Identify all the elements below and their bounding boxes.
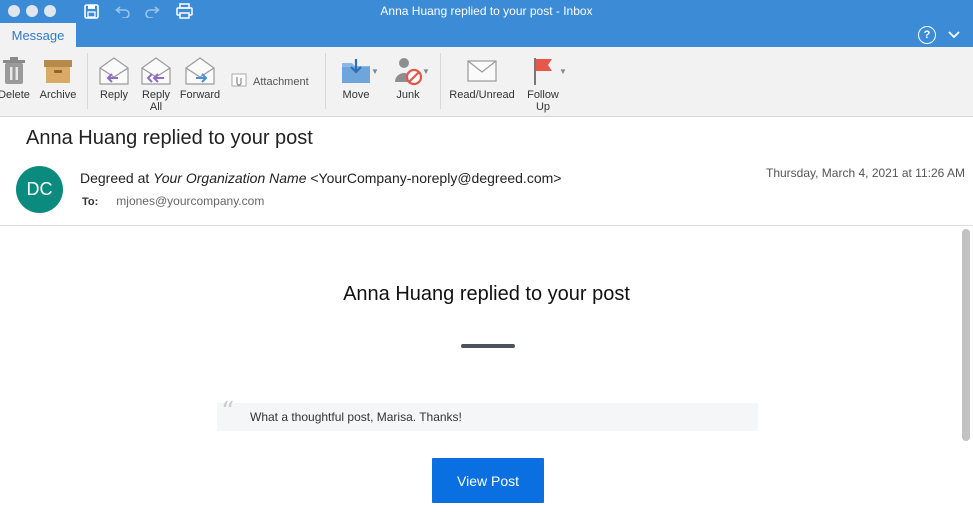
reply-all-label-line1: Reply: [141, 89, 171, 101]
junk-icon: [392, 55, 424, 87]
ribbon-toolbar: Delete Archive Reply Reply All Forward A…: [0, 47, 973, 117]
junk-label: Junk: [396, 89, 420, 101]
delete-button[interactable]: Delete: [0, 55, 34, 101]
paperclip-icon: [231, 73, 247, 90]
move-button[interactable]: Move: [334, 55, 378, 101]
forward-button[interactable]: Forward: [179, 55, 221, 101]
avatar: DC: [16, 166, 63, 213]
follow-up-label-line2: Up: [535, 101, 551, 113]
reply-icon: [98, 55, 130, 87]
ribbon-tab-row: Message ?: [0, 23, 973, 47]
from-line[interactable]: Degreed at Your Organization Name <YourC…: [80, 170, 561, 186]
quote-box: “ What a thoughtful post, Marisa. Thanks…: [217, 397, 758, 431]
quote-icon: “: [221, 397, 235, 427]
ribbon-divider: [325, 53, 326, 109]
envelope-icon: [466, 55, 498, 87]
reply-button[interactable]: Reply: [96, 55, 132, 101]
follow-up-label-line1: Follow: [527, 89, 559, 101]
email-heading: Anna Huang replied to your post: [343, 283, 630, 305]
view-post-button[interactable]: View Post: [432, 458, 544, 503]
sender-org: Your Organization Name: [153, 170, 307, 186]
reply-all-icon: [140, 55, 172, 87]
title-bar: Anna Huang replied to your post - Inbox: [0, 0, 973, 23]
junk-dropdown-icon[interactable]: ▼: [422, 67, 430, 76]
to-line: To: mjones@yourcompany.com: [82, 194, 264, 208]
message-date: Thursday, March 4, 2021 at 11:26 AM: [766, 166, 965, 180]
archive-box-icon: [42, 55, 74, 87]
flag-icon: [527, 55, 559, 87]
quote-text: What a thoughtful post, Marisa. Thanks!: [250, 410, 462, 424]
reply-all-button[interactable]: Reply All: [138, 55, 174, 113]
window-title: Anna Huang replied to your post - Inbox: [380, 4, 593, 18]
read-unread-button[interactable]: Read/Unread: [448, 55, 516, 101]
follow-up-dropdown-icon[interactable]: ▼: [559, 67, 567, 76]
message-body: Anna Huang replied to your post “ What a…: [0, 227, 973, 522]
chevron-down-icon[interactable]: [946, 26, 962, 44]
attachment-label: Attachment: [253, 75, 309, 88]
move-dropdown-icon[interactable]: ▼: [371, 67, 379, 76]
tab-message[interactable]: Message: [0, 23, 76, 47]
reply-label: Reply: [99, 89, 129, 101]
to-label: To:: [82, 196, 99, 208]
trash-icon: [0, 55, 30, 87]
message-header: Anna Huang replied to your post DC Degre…: [0, 118, 973, 226]
move-folder-icon: [340, 55, 372, 87]
follow-up-button[interactable]: Follow Up: [524, 55, 562, 113]
move-label: Move: [342, 89, 370, 101]
junk-button[interactable]: Junk: [389, 55, 427, 101]
archive-label: Archive: [39, 89, 77, 101]
recipient-email[interactable]: mjones@yourcompany.com: [116, 194, 264, 208]
forward-label: Forward: [179, 89, 221, 101]
mail-window: Anna Huang replied to your post - Inbox …: [0, 0, 973, 522]
message-subject: Anna Huang replied to your post: [26, 127, 313, 149]
delete-label: Delete: [0, 89, 30, 101]
ribbon-divider: [87, 53, 88, 109]
sender-email: <YourCompany-noreply@degreed.com>: [306, 170, 562, 186]
ribbon-divider: [440, 53, 441, 109]
help-icon[interactable]: ?: [918, 26, 936, 44]
archive-button[interactable]: Archive: [38, 55, 78, 101]
heading-divider: [461, 344, 515, 348]
read-unread-label: Read/Unread: [449, 89, 515, 101]
attachment-button[interactable]: Attachment: [231, 73, 309, 90]
reply-all-label-line2: All: [149, 101, 163, 113]
forward-icon: [184, 55, 216, 87]
body-scrollbar[interactable]: [962, 229, 970, 441]
sender-name: Degreed at: [80, 170, 154, 186]
